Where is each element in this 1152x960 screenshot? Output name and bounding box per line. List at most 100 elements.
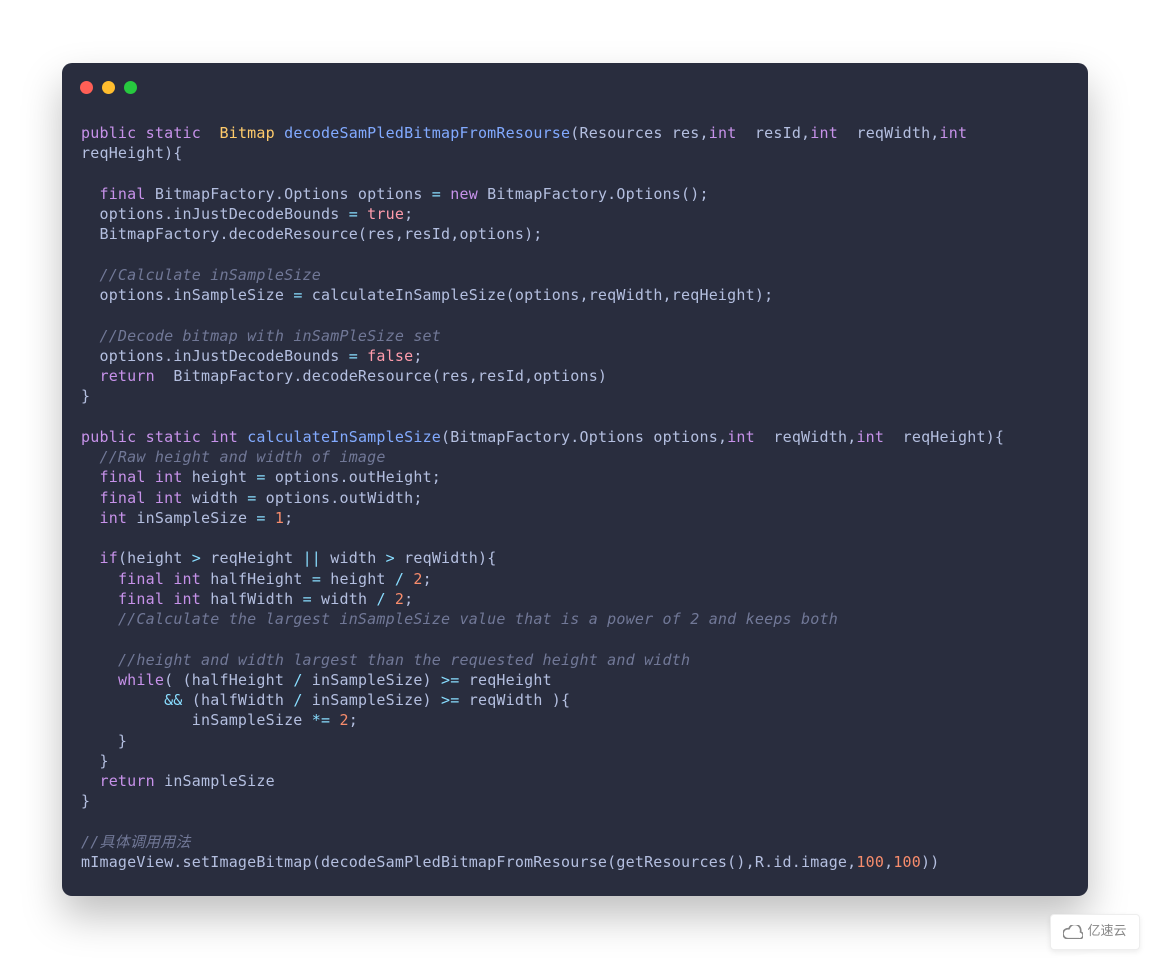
code-token: ; <box>404 590 413 608</box>
code-token <box>81 549 99 567</box>
code-token: (halfWidth <box>183 691 294 709</box>
code-token: } <box>81 732 127 750</box>
code-token: options.outWidth; <box>256 489 422 507</box>
code-token <box>81 570 118 588</box>
code-token: >= <box>441 671 459 689</box>
code-token: width <box>321 549 386 567</box>
code-token: ; <box>404 205 413 223</box>
code-token: } <box>81 752 109 770</box>
code-token: options.inSampleSize <box>81 286 293 304</box>
code-token: reqHeight <box>460 671 552 689</box>
code-token <box>81 185 99 203</box>
code-token: BitmapFactory.decodeResource(res,resId,o… <box>81 225 543 243</box>
code-token <box>81 367 99 385</box>
code-token: decodeSamPledBitmapFromResourse <box>284 124 570 142</box>
code-token <box>358 347 367 365</box>
code-token: halfWidth <box>201 590 303 608</box>
code-token <box>81 610 118 628</box>
close-icon[interactable] <box>80 81 93 94</box>
code-token: false <box>367 347 413 365</box>
code-token: ; <box>413 347 422 365</box>
code-token: return <box>99 367 154 385</box>
code-token: 1 <box>275 509 284 527</box>
code-token <box>146 468 155 486</box>
code-token <box>81 448 99 466</box>
code-token: > <box>386 549 395 567</box>
code-token: true <box>367 205 404 223</box>
code-token: //Raw height and width of image <box>99 448 385 466</box>
code-token: && <box>164 691 182 709</box>
code-token: width <box>312 590 377 608</box>
code-token: inSampleSize) <box>303 691 441 709</box>
code-token: return <box>99 772 154 790</box>
code-token: if <box>99 549 117 567</box>
code-token: )) <box>921 853 939 871</box>
code-token: inSampleSize <box>81 711 312 729</box>
code-token: int <box>727 428 755 446</box>
code-token: final <box>118 570 164 588</box>
code-token: inSampleSize <box>127 509 256 527</box>
code-token <box>81 651 118 669</box>
code-token: int <box>173 590 201 608</box>
code-token: reqHeight <box>201 549 303 567</box>
code-token: BitmapFactory.Options options <box>146 185 432 203</box>
code-token: final <box>99 468 145 486</box>
code-token: final <box>99 185 145 203</box>
code-token: (Resources res, <box>570 124 708 142</box>
code-token: (height <box>118 549 192 567</box>
code-token: //Calculate inSampleSize <box>99 266 321 284</box>
code-token: int <box>155 489 183 507</box>
code-token: calculateInSampleSize <box>247 428 441 446</box>
code-token <box>81 327 99 345</box>
code-token: = <box>312 570 321 588</box>
code-card: public static Bitmap decodeSamPledBitmap… <box>62 63 1088 896</box>
cloud-icon <box>1063 925 1083 939</box>
code-token <box>275 124 284 142</box>
code-token: int <box>173 570 201 588</box>
window-controls <box>80 81 137 94</box>
code-token: height <box>321 570 395 588</box>
code-token: mImageView.setImageBitmap(decodeSamPledB… <box>81 853 856 871</box>
code-token: / <box>293 691 302 709</box>
code-token: resId, <box>736 124 810 142</box>
code-token: calculateInSampleSize(options,reqWidth,r… <box>303 286 774 304</box>
code-token <box>266 509 275 527</box>
code-token: / <box>395 570 404 588</box>
code-token: width <box>183 489 248 507</box>
watermark-text: 亿速云 <box>1087 923 1126 941</box>
code-token: >= <box>441 691 459 709</box>
code-token: = <box>349 205 358 223</box>
maximize-icon[interactable] <box>124 81 137 94</box>
code-token: || <box>303 549 321 567</box>
code-token: = <box>256 468 265 486</box>
code-token: BitmapFactory.Options(); <box>478 185 709 203</box>
code-token <box>136 428 145 446</box>
code-token <box>81 468 99 486</box>
code-token: static <box>146 428 201 446</box>
code-token: 100 <box>893 853 921 871</box>
code-token: = <box>256 509 265 527</box>
code-token: 2 <box>339 711 348 729</box>
code-token: //Calculate the largest inSampleSize val… <box>118 610 838 628</box>
code-token: height <box>183 468 257 486</box>
code-token: inSampleSize) <box>303 671 441 689</box>
code-token: final <box>118 590 164 608</box>
code-token: halfHeight <box>201 570 312 588</box>
code-token: ; <box>423 570 432 588</box>
code-token: reqWidth, <box>755 428 857 446</box>
code-token <box>404 570 413 588</box>
code-token: new <box>450 185 478 203</box>
code-token <box>136 124 145 142</box>
page-root: public static Bitmap decodeSamPledBitmap… <box>0 0 1152 960</box>
code-token: / <box>376 590 385 608</box>
minimize-icon[interactable] <box>102 81 115 94</box>
code-token: int <box>940 124 968 142</box>
code-token: reqWidth ){ <box>460 691 571 709</box>
code-token: static <box>146 124 201 142</box>
code-token <box>81 671 118 689</box>
code-token: 100 <box>856 853 884 871</box>
code-token <box>164 570 173 588</box>
code-token: options.inJustDecodeBounds <box>81 347 349 365</box>
code-token: //height and width largest than the requ… <box>118 651 690 669</box>
code-token: //具体调用用法 <box>81 833 191 851</box>
